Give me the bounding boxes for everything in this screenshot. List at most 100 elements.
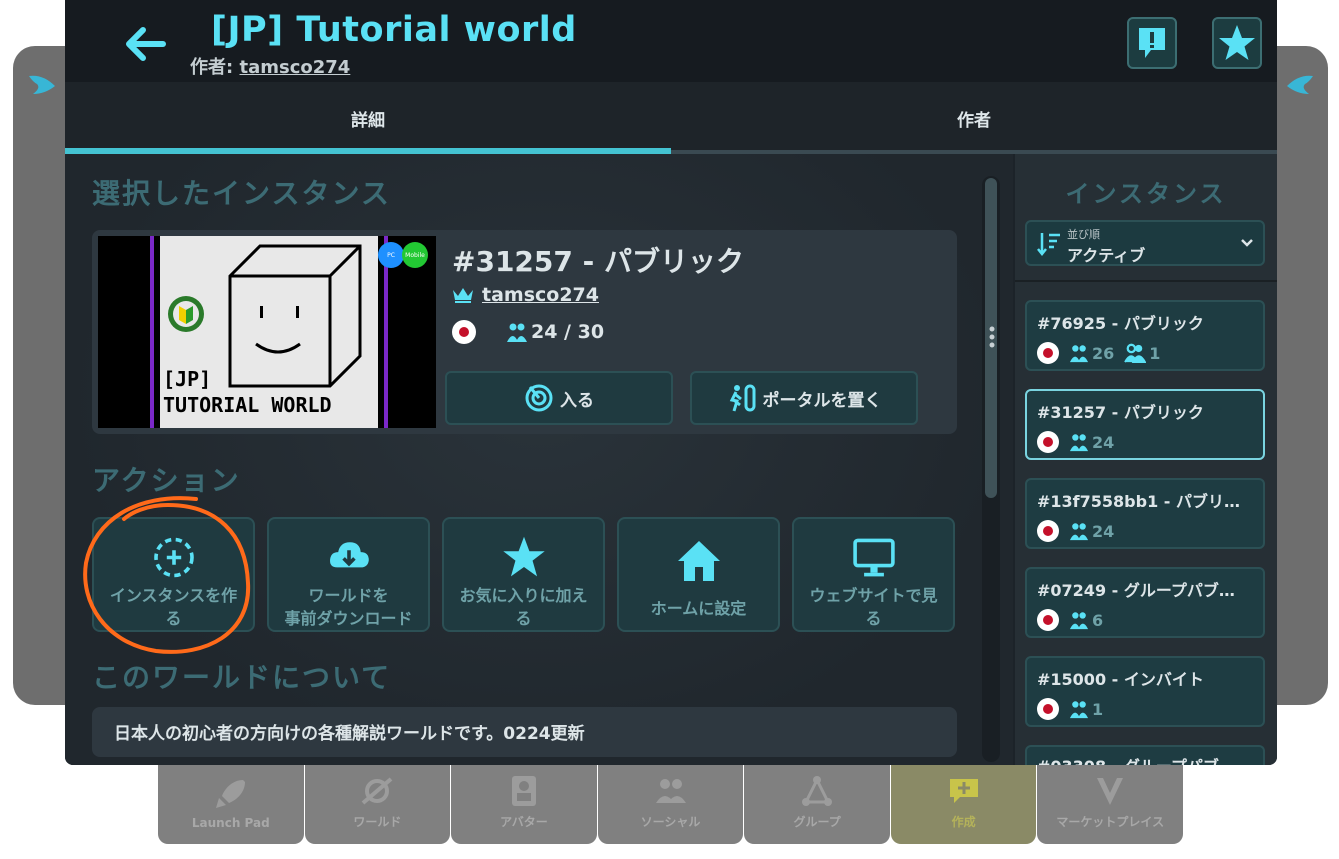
main-content[interactable]: 選択したインスタンス [JP] TUTORIAL WORLD PC Mobile… — [65, 154, 1013, 765]
author-label: 作者: — [190, 57, 234, 78]
instance-item-stats: 24 — [1037, 431, 1253, 453]
create-icon — [949, 779, 978, 803]
pc-badge: PC — [378, 242, 404, 268]
nav-launch-pad[interactable]: Launch Pad — [158, 760, 304, 844]
instance-item-name: #03308 - グループパブ… — [1037, 753, 1253, 765]
nav-label: マーケットプレイス — [1056, 815, 1165, 829]
instance-list-item[interactable]: #15000 - インバイト 1 — [1025, 656, 1265, 727]
instance-item-count: 1 — [1092, 699, 1104, 719]
nav-label: ソーシャル — [640, 815, 701, 829]
instance-name: #31257 - パブリック — [452, 245, 744, 278]
world-description: 日本人の初心者の方向けの各種解説ワールドです。0224更新 — [92, 707, 957, 757]
instance-item-stats: 26 1 — [1037, 342, 1253, 364]
author-link[interactable]: tamsco274 — [239, 57, 350, 78]
join-label: 入る — [560, 390, 594, 411]
tab-bar: 詳細 作者 — [65, 82, 1277, 154]
star-icon — [1219, 25, 1255, 60]
wing-icon — [1287, 75, 1313, 94]
instance-item-name: #76925 - パブリック — [1037, 314, 1204, 333]
section-title-selected-instance: 選択したインスタンス — [92, 177, 391, 210]
action-label: ホームに設定 — [650, 599, 747, 618]
author-line: 作者: tamsco274 — [190, 53, 350, 79]
sort-dropdown[interactable]: 並び順 アクティブ — [1025, 220, 1265, 266]
main-scrollbar[interactable] — [982, 176, 1000, 762]
instance-item-count: 24 — [1092, 521, 1115, 541]
instance-item-stats: 6 — [1037, 609, 1253, 631]
favorite-button[interactable] — [1212, 17, 1262, 69]
instance-item-count: 24 — [1092, 432, 1115, 452]
people-icon — [1069, 523, 1089, 541]
instance-list-item[interactable]: #07249 - グループパブ… 6 — [1025, 567, 1265, 638]
nav-worlds[interactable]: ワールド — [304, 760, 451, 844]
sidebar-divider — [1015, 280, 1277, 282]
nav-label: 作成 — [951, 815, 976, 829]
crown-icon — [453, 288, 473, 303]
instance-list-item-selected[interactable]: #31257 - パブリック 24 — [1025, 389, 1265, 460]
tab-author[interactable]: 作者 — [671, 82, 1277, 154]
action-label: ワールドを 事前ダウンロード — [284, 586, 413, 628]
back-arrow-icon[interactable] — [123, 22, 167, 66]
marketplace-icon — [1097, 778, 1124, 805]
nav-label: Launch Pad — [191, 816, 270, 830]
japan-flag-icon — [1037, 342, 1059, 364]
instance-item-count: 26 — [1092, 343, 1115, 363]
people-icon — [507, 323, 527, 342]
japan-flag-icon — [452, 320, 476, 344]
world-thumbnail: [JP] TUTORIAL WORLD PC Mobile — [98, 236, 436, 428]
people-icon — [655, 779, 686, 803]
drop-portal-button[interactable]: ポータルを置く — [690, 371, 918, 425]
sort-label: 並び順 — [1067, 228, 1100, 241]
action-label: お気に入りに加え る — [459, 586, 588, 628]
monitor-icon — [852, 538, 895, 577]
nav-label: グループ — [793, 815, 841, 829]
cloud-download-icon — [329, 542, 369, 568]
instance-list-item[interactable]: #76925 - パブリック 26 1 — [1025, 300, 1265, 371]
instance-item-stats: 1 — [1037, 698, 1253, 720]
rocket-icon — [215, 780, 245, 808]
world-title: [JP] Tutorial world — [211, 10, 577, 50]
portal-label: ポータルを置く — [762, 390, 882, 411]
set-home-button[interactable]: ホームに設定 — [617, 517, 780, 632]
portal-icon — [729, 384, 755, 412]
nav-create[interactable]: 作成 — [890, 760, 1037, 844]
tab-details[interactable]: 詳細 — [65, 82, 671, 154]
annotation-circle — [83, 496, 251, 654]
panel-resize-handle-icon[interactable] — [989, 326, 995, 348]
instance-stats: 24 / 30 — [452, 320, 604, 344]
player-count-text: 24 / 30 — [531, 321, 605, 343]
instance-item-name: #07249 - グループパブ… — [1037, 581, 1235, 600]
wing-icon — [29, 75, 55, 94]
view-website-button[interactable]: ウェブサイトで見 る — [792, 517, 955, 632]
report-icon — [1139, 28, 1165, 58]
action-label: ウェブサイトで見 る — [809, 586, 938, 628]
header: [JP] Tutorial world 作者: tamsco274 — [65, 0, 1277, 82]
instance-item-count: 6 — [1092, 610, 1104, 630]
report-button[interactable] — [1127, 17, 1177, 69]
nav-marketplace[interactable]: マーケットプレイス — [1037, 760, 1184, 844]
japan-flag-icon — [1037, 431, 1059, 453]
instance-owner: tamsco274 — [452, 284, 599, 306]
owner-link[interactable]: tamsco274 — [482, 284, 599, 306]
instance-item-name: #13f7558bb1 - パブリ… — [1037, 492, 1240, 511]
japan-flag-icon — [1037, 520, 1059, 542]
sort-icon — [1037, 233, 1060, 257]
player-count: 24 / 30 — [506, 321, 604, 343]
friends-icon — [1124, 343, 1147, 363]
nav-label: アバター — [500, 815, 548, 829]
nav-social[interactable]: ソーシャル — [597, 760, 744, 844]
join-icon — [525, 384, 553, 412]
nav-avatars[interactable]: アバター — [451, 760, 597, 844]
group-icon — [802, 776, 833, 806]
nav-groups[interactable]: グループ — [744, 760, 890, 844]
section-title-about: このワールドについて — [92, 661, 392, 694]
join-button[interactable]: 入る — [445, 371, 673, 425]
people-icon — [1069, 612, 1089, 630]
home-icon — [677, 541, 720, 581]
mobile-badge: Mobile — [402, 242, 428, 268]
japan-flag-icon — [1037, 609, 1059, 631]
pre-download-button[interactable]: ワールドを 事前ダウンロード — [267, 517, 430, 632]
instance-list-item[interactable]: #13f7558bb1 - パブリ… 24 — [1025, 478, 1265, 549]
bottom-nav: Launch Pad ワールド アバター ソーシャル グループ 作成 マーケット… — [158, 760, 1184, 844]
instance-list-item[interactable]: #03308 - グループパブ… — [1025, 745, 1265, 765]
add-favorite-button[interactable]: お気に入りに加え る — [442, 517, 605, 632]
